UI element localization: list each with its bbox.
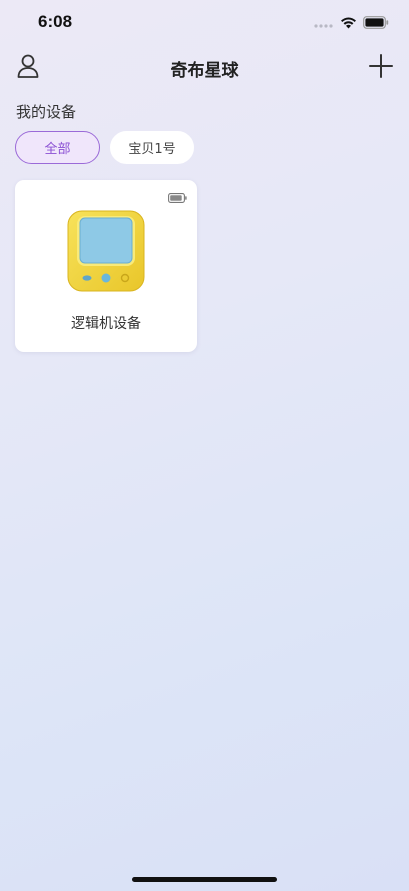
plus-icon (367, 54, 395, 84)
home-indicator (132, 877, 277, 882)
device-card[interactable]: 逻辑机设备 (15, 180, 197, 352)
status-time: 6:08 (38, 12, 73, 31)
status-bar: 6:08 (0, 0, 409, 44)
battery-icon (363, 14, 389, 33)
wifi-icon (340, 14, 357, 33)
section-title-my-devices: 我的设备 (16, 103, 77, 121)
yellow-device-image (67, 210, 145, 292)
device-name: 逻辑机设备 (71, 316, 141, 332)
filter-chip-baby-1[interactable]: 宝贝1号 (110, 131, 194, 164)
filter-chips: 全部 宝贝1号 (15, 131, 194, 164)
add-device-button[interactable] (367, 52, 395, 80)
battery-icon (168, 188, 187, 207)
page-title: 奇布星球 (170, 61, 239, 81)
filter-chip-all[interactable]: 全部 (15, 131, 100, 164)
status-icons (314, 14, 389, 33)
nav-bar: 奇布星球 (0, 44, 409, 90)
signal-dots-icon (314, 14, 334, 33)
